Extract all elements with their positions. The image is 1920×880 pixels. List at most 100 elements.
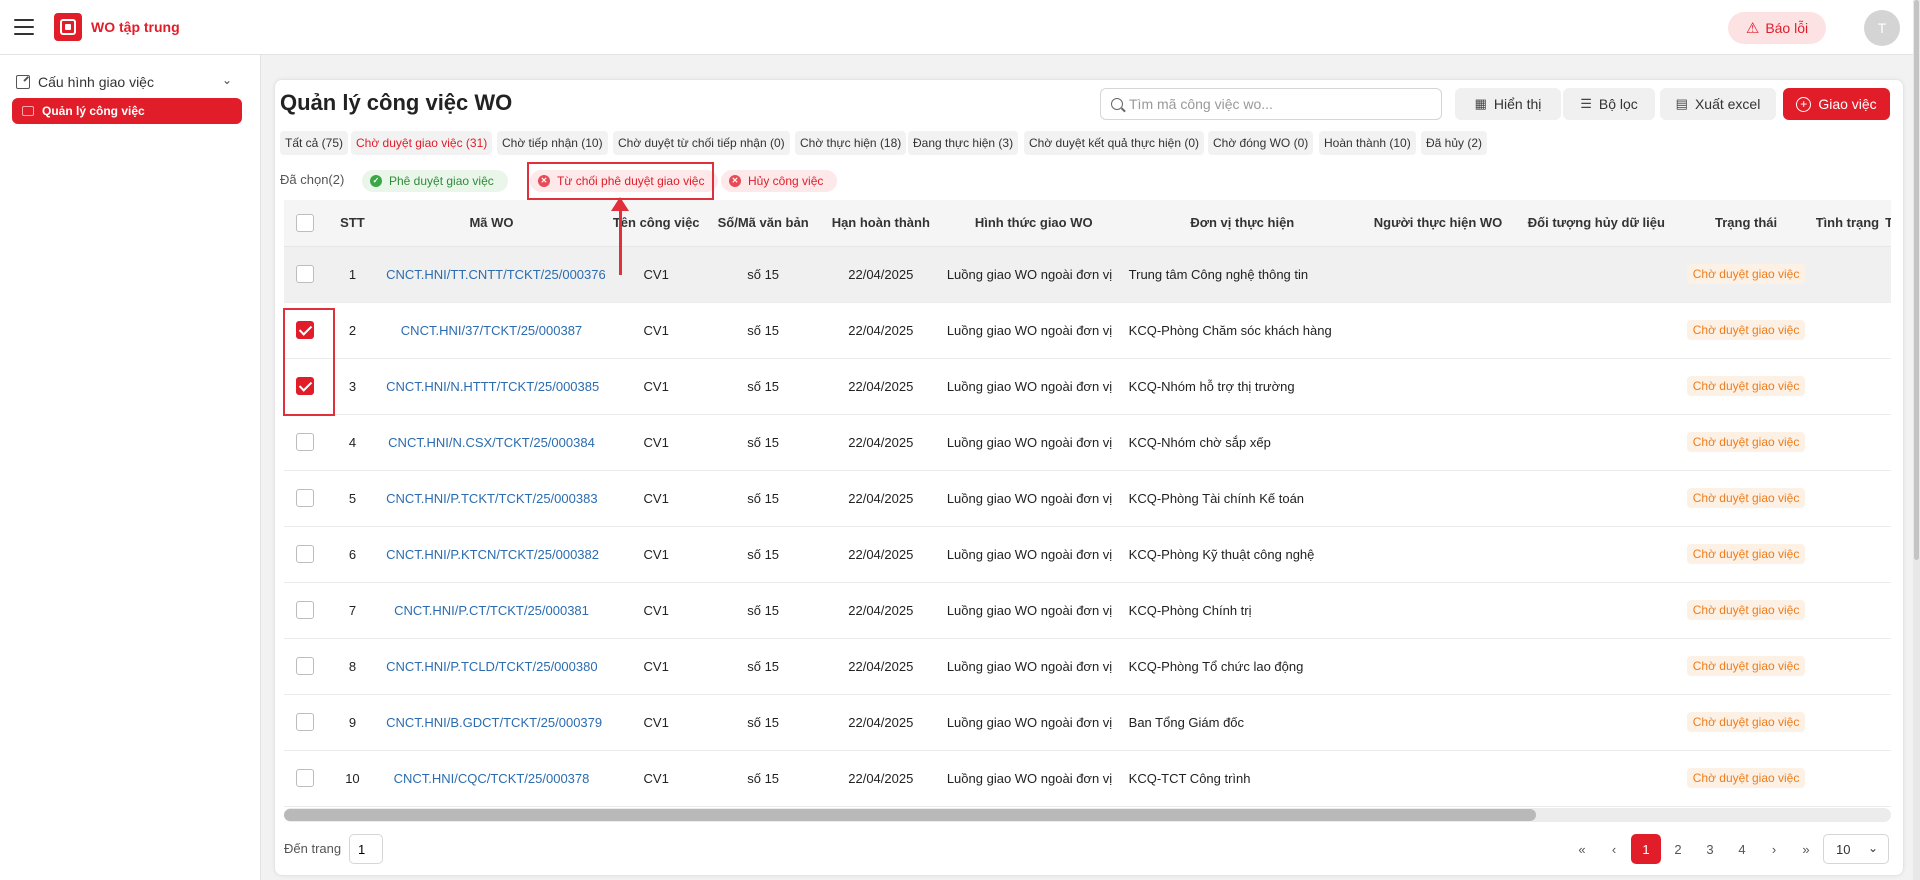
table-row[interactable]: 9 CNCT.HNI/B.GDCT/TCKT/25/000379 CV1 số 15 2…	[284, 694, 1891, 751]
approve-assignment-button[interactable]: ✓ Phê duyệt giao việc	[362, 170, 508, 192]
select-all-checkbox[interactable]	[296, 213, 315, 232]
actions-cell[interactable]	[1879, 358, 1891, 415]
table-row[interactable]: 5 CNCT.HNI/P.TCKT/TCKT/25/000383 CV1 số 15 2…	[284, 470, 1891, 527]
row-checkbox[interactable]	[296, 713, 315, 731]
first-page-icon[interactable]: «	[1567, 834, 1597, 864]
cancel-object-cell	[1516, 358, 1677, 415]
scrollbar-thumb[interactable]	[284, 809, 1536, 821]
select-cell[interactable]	[284, 246, 327, 303]
wo-code-link[interactable]: CNCT.HNI/37/TCKT/25/000387	[378, 302, 605, 359]
tab-pending-close[interactable]: Chờ đóng WO (0)	[1208, 131, 1314, 155]
table-row[interactable]: 2 CNCT.HNI/37/TCKT/25/000387 CV1 số 15 22/04…	[284, 302, 1891, 359]
prev-page-icon[interactable]: ‹	[1599, 834, 1629, 864]
select-cell[interactable]	[284, 302, 327, 359]
table-row[interactable]: 7 CNCT.HNI/P.CT/TCKT/25/000381 CV1 số 15 22/…	[284, 582, 1891, 639]
actions-cell[interactable]	[1879, 302, 1891, 359]
row-checkbox[interactable]	[296, 769, 315, 787]
row-checkbox[interactable]	[296, 545, 315, 563]
page-button-4[interactable]: 4	[1727, 834, 1757, 864]
tab-completed[interactable]: Hoàn thành (10)	[1319, 131, 1416, 155]
actions-cell[interactable]	[1879, 694, 1891, 751]
due-date-cell: 22/04/2025	[818, 526, 943, 583]
wo-code-link[interactable]: CNCT.HNI/TT.CNTT/TCKT/25/000376	[378, 246, 605, 303]
table-row[interactable]: 6 CNCT.HNI/P.KTCN/TCKT/25/000382 CV1 số 15 2…	[284, 526, 1891, 583]
goto-page-input[interactable]	[349, 834, 383, 864]
table-row[interactable]: 4 CNCT.HNI/N.CSX/TCKT/25/000384 CV1 số 15 22…	[284, 414, 1891, 471]
reject-assignment-button[interactable]: ✕ Từ chối phê duyệt giao việc	[530, 170, 719, 192]
table-row[interactable]: 1 CNCT.HNI/TT.CNTT/TCKT/25/000376 CV1 số 15…	[284, 246, 1891, 303]
cancel-task-button[interactable]: ✕ Hủy công việc	[721, 170, 838, 192]
select-cell[interactable]	[284, 750, 327, 807]
actions-cell[interactable]	[1879, 638, 1891, 695]
select-cell[interactable]	[284, 414, 327, 471]
wo-code-link[interactable]: CNCT.HNI/P.TCKT/TCKT/25/000383	[378, 470, 605, 527]
page-button-3[interactable]: 3	[1695, 834, 1725, 864]
assign-task-button[interactable]: + Giao việc	[1783, 88, 1890, 120]
tab-in-progress[interactable]: Đang thực hiện (3)	[908, 131, 1019, 155]
select-cell[interactable]	[284, 638, 327, 695]
select-cell[interactable]	[284, 470, 327, 527]
report-error-button[interactable]: ⚠ Báo lỗi	[1728, 12, 1826, 44]
tab-all[interactable]: Tất cả (75)	[280, 131, 349, 155]
horizontal-scrollbar[interactable]	[284, 808, 1891, 822]
tab-pending-reject-receive[interactable]: Chờ duyệt từ chối tiếp nhận (0)	[613, 131, 790, 155]
actions-cell[interactable]	[1879, 246, 1891, 303]
hamburger-menu-icon[interactable]	[14, 19, 34, 35]
page-size-select[interactable]: 10 ⌄	[1823, 834, 1889, 864]
filter-button[interactable]: ☰ Bộ lọc	[1563, 88, 1655, 120]
row-checkbox[interactable]	[296, 377, 315, 395]
avatar[interactable]: T	[1864, 10, 1900, 46]
page-button-2[interactable]: 2	[1663, 834, 1693, 864]
wo-code-link[interactable]: CNCT.HNI/P.CT/TCKT/25/000381	[378, 582, 605, 639]
last-page-icon[interactable]: »	[1791, 834, 1821, 864]
table-row[interactable]: 8 CNCT.HNI/P.TCLD/TCKT/25/000380 CV1 số 15 2…	[284, 638, 1891, 695]
wo-code-link[interactable]: CNCT.HNI/P.TCLD/TCKT/25/000380	[378, 638, 605, 695]
tab-pending-result[interactable]: Chờ duyệt kết quả thực hiện (0)	[1024, 131, 1204, 155]
row-checkbox[interactable]	[296, 601, 315, 619]
search-box[interactable]	[1100, 88, 1442, 120]
stt-cell: 6	[326, 526, 379, 583]
sidebar-item-task-management[interactable]: Quản lý công việc	[12, 98, 242, 124]
select-cell[interactable]	[284, 694, 327, 751]
export-excel-button[interactable]: ▤ Xuất excel	[1660, 88, 1776, 120]
due-date-cell: 22/04/2025	[818, 414, 943, 471]
unit-cell: KCQ-Phòng Chính trị	[1124, 582, 1360, 639]
select-all-cell[interactable]	[284, 200, 327, 247]
next-page-icon[interactable]: ›	[1759, 834, 1789, 864]
wo-code-link[interactable]: CNCT.HNI/B.GDCT/TCKT/25/000379	[378, 694, 605, 751]
row-checkbox[interactable]	[296, 321, 315, 339]
tab-pending-receive[interactable]: Chờ tiếp nhận (10)	[497, 131, 608, 155]
wo-code-link[interactable]: CNCT.HNI/N.HTTT/TCKT/25/000385	[378, 358, 605, 415]
page-scrollbar[interactable]	[1913, 0, 1920, 880]
actions-cell[interactable]	[1879, 526, 1891, 583]
table-row[interactable]: 3 CNCT.HNI/N.HTTT/TCKT/25/000385 CV1 số 15 2…	[284, 358, 1891, 415]
search-input[interactable]	[1129, 96, 1429, 112]
select-cell[interactable]	[284, 358, 327, 415]
edit-icon	[16, 75, 30, 89]
wo-code-link[interactable]: CNCT.HNI/N.CSX/TCKT/25/000384	[378, 414, 605, 471]
assignee-cell	[1359, 694, 1517, 751]
actions-cell[interactable]	[1879, 414, 1891, 471]
select-cell[interactable]	[284, 526, 327, 583]
actions-cell[interactable]	[1879, 750, 1891, 807]
row-checkbox[interactable]	[296, 657, 315, 675]
select-cell[interactable]	[284, 582, 327, 639]
tab-cancelled[interactable]: Đã hủy (2)	[1421, 131, 1488, 155]
row-checkbox[interactable]	[296, 489, 315, 507]
wo-code-link[interactable]: CNCT.HNI/P.KTCN/TCKT/25/000382	[378, 526, 605, 583]
row-checkbox[interactable]	[296, 265, 315, 283]
status-badge: Chờ duyệt giao việc	[1686, 768, 1806, 788]
actions-cell[interactable]	[1879, 582, 1891, 639]
sidebar-group-config[interactable]: Cấu hình giao việc ⌄	[16, 71, 232, 93]
display-button[interactable]: ▦ Hiển thị	[1455, 88, 1561, 120]
actions-cell[interactable]	[1879, 470, 1891, 527]
display-button-label: Hiển thị	[1493, 96, 1542, 112]
tab-pending-approval[interactable]: Chờ duyệt giao việc (31)	[351, 131, 493, 155]
page-button-1[interactable]: 1	[1631, 834, 1661, 864]
wo-code-link[interactable]: CNCT.HNI/CQC/TCKT/25/000378	[378, 750, 605, 807]
unit-cell: KCQ-Phòng Kỹ thuật công nghệ	[1124, 526, 1360, 583]
row-checkbox[interactable]	[296, 433, 315, 451]
table-row[interactable]: 10 CNCT.HNI/CQC/TCKT/25/000378 CV1 số 15 22/…	[284, 750, 1891, 807]
tab-pending-execution[interactable]: Chờ thực hiện (18)	[795, 131, 907, 155]
column-header: STT	[326, 200, 379, 247]
